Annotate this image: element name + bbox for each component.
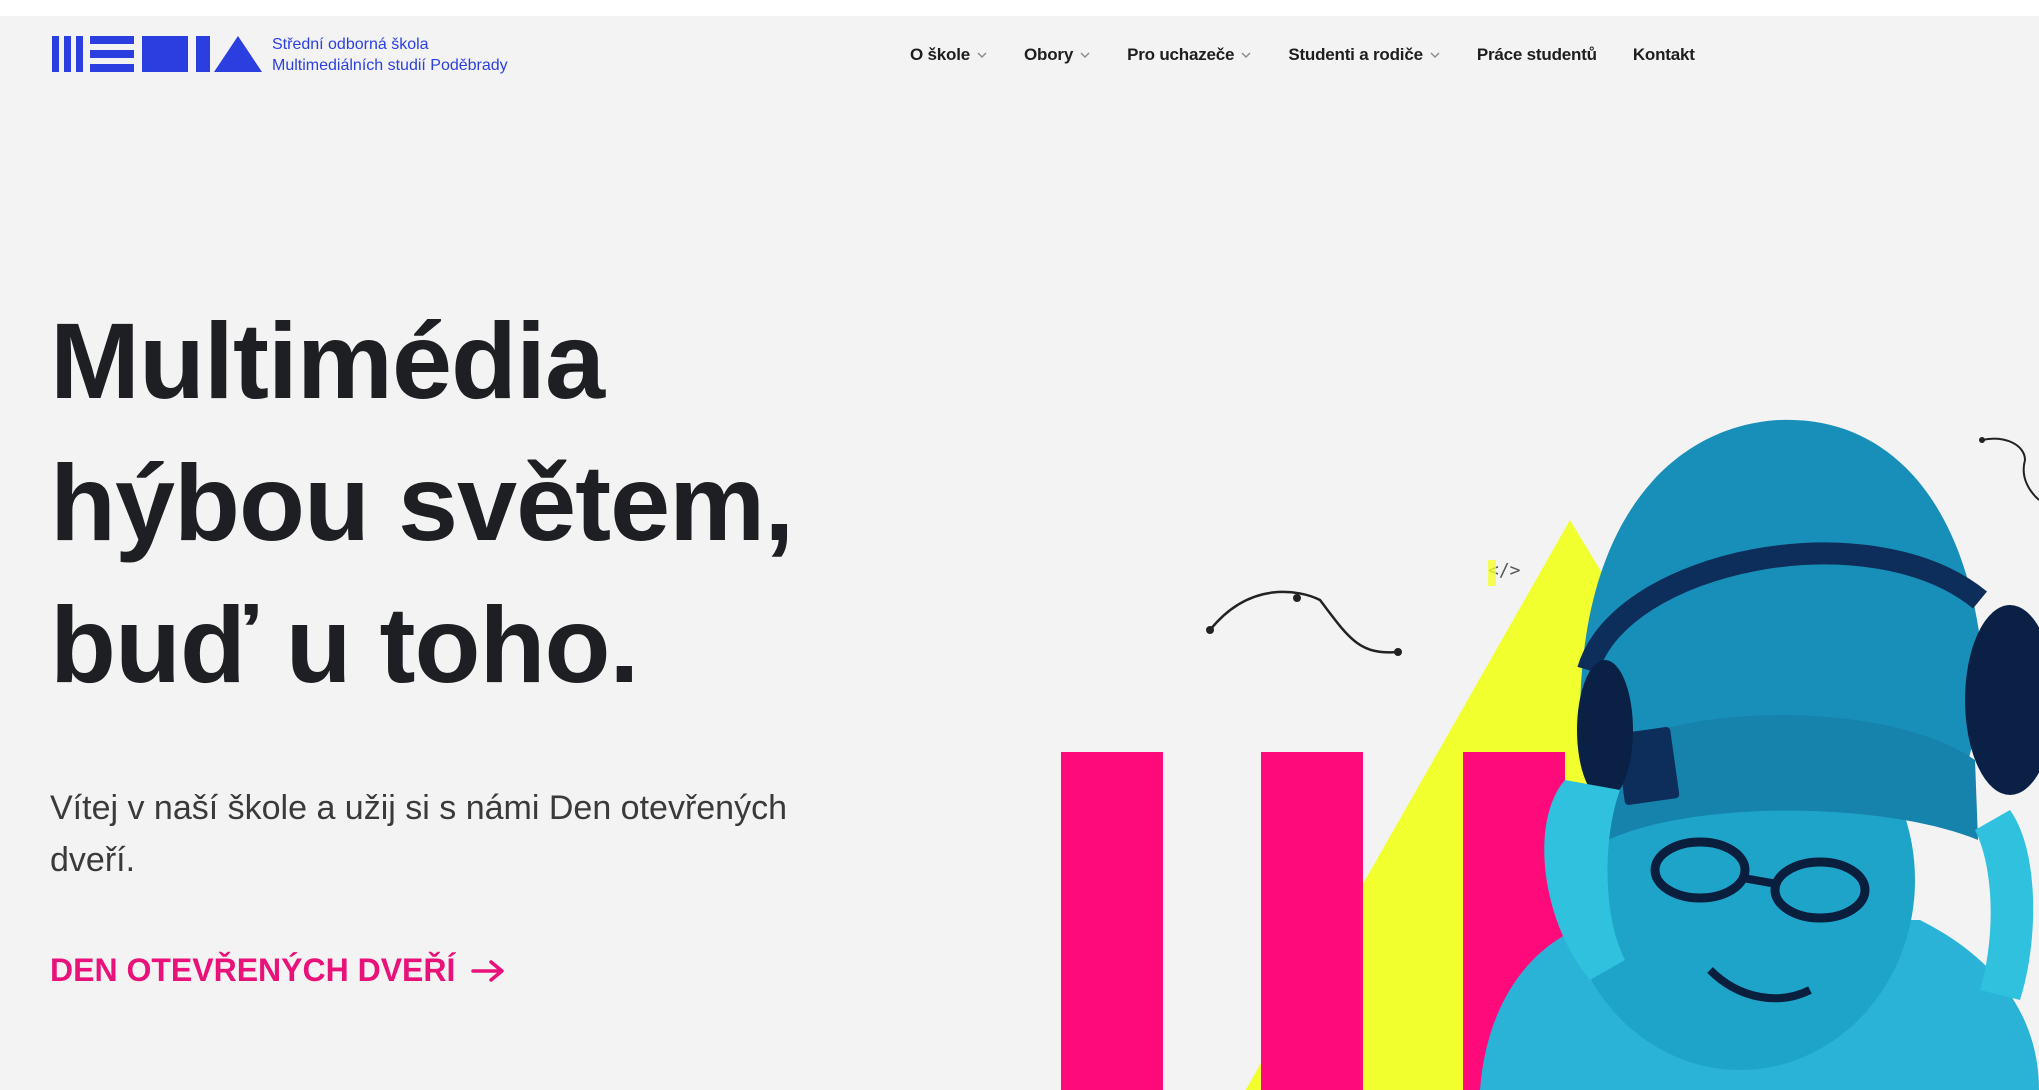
pink-bar <box>1061 752 1163 1090</box>
hero-title-line: buď u toho. <box>50 584 639 705</box>
nav-item-label: Obory <box>1024 45 1074 64</box>
chevron-down-icon <box>1241 52 1251 58</box>
curve-node <box>1979 437 1985 443</box>
pink-bar <box>1261 752 1363 1090</box>
curve-node <box>1293 594 1301 602</box>
media-logo-mark-icon <box>52 36 262 72</box>
nav-item-label: Pro uchazeče <box>1127 45 1235 64</box>
school-name-line1: Střední odborná škola <box>272 36 429 53</box>
nav-item-label: Kontakt <box>1632 45 1695 64</box>
school-logo[interactable]: Střední odborná škola Multimediálních st… <box>52 32 612 82</box>
nav-item-label: Práce studentů <box>1476 45 1597 64</box>
nav-item-studenti-a-rodice[interactable]: Studenti a rodiče <box>1288 45 1441 65</box>
hero-title: Multimédia hýbou světem, buď u toho. <box>50 290 930 716</box>
hero-illustration: </> <box>1061 419 2039 1090</box>
chevron-down-icon <box>1080 52 1090 58</box>
curve-node <box>1394 648 1402 656</box>
chevron-down-icon <box>977 52 987 58</box>
nav-item-kontakt[interactable]: Kontakt <box>1633 45 1695 65</box>
main-nav: O škole Obory Pro uchazeče Studenti a ro… <box>910 40 1731 70</box>
curve-node <box>1206 626 1214 634</box>
chevron-down-icon <box>1430 52 1440 58</box>
hero-title-line: Multimédia <box>50 300 605 421</box>
nav-item-label: Studenti a rodiče <box>1288 45 1423 64</box>
bezier-curve-icon <box>1981 437 2039 501</box>
school-name-line2: Multimediálních studií Poděbrady <box>272 57 508 74</box>
nav-item-prace-studentu[interactable]: Práce studentů <box>1477 45 1597 65</box>
code-tag-highlight <box>1488 560 1496 586</box>
nav-item-obory[interactable]: Obory <box>1024 45 1091 65</box>
nav-item-o-skole[interactable]: O škole <box>910 45 988 65</box>
school-name: Střední odborná škola Multimediálních st… <box>272 34 508 76</box>
arrow-right-icon <box>471 959 505 982</box>
open-day-label: DEN OTEVŘENÝCH DVEŘÍ <box>50 952 456 988</box>
hero-title-line: hýbou světem, <box>50 442 794 563</box>
hero-intro: Vítej v naší škole a užij si s námi Den … <box>50 789 787 879</box>
nav-item-pro-uchazece[interactable]: Pro uchazeče <box>1127 45 1252 65</box>
bezier-curve-icon <box>1209 590 1399 654</box>
top-strip <box>0 0 2039 16</box>
nav-item-label: O škole <box>910 45 971 64</box>
open-day-link[interactable]: DEN OTEVŘENÝCH DVEŘÍ <box>50 952 507 989</box>
